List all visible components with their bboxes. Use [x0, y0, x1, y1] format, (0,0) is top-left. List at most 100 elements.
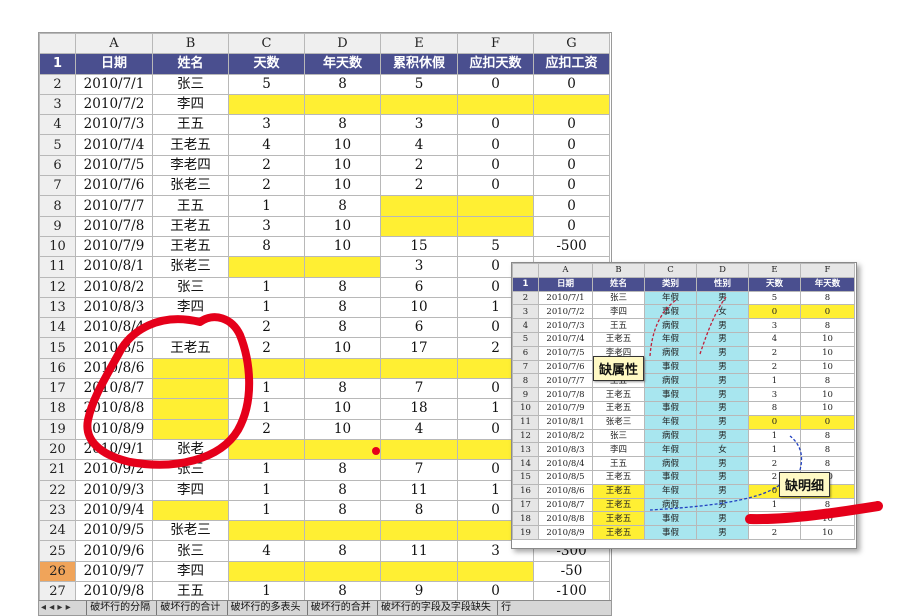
cell[interactable] [533, 93, 610, 116]
cell[interactable] [228, 438, 305, 461]
row-number[interactable]: 27 [39, 581, 76, 603]
cell[interactable]: 2010/7/7 [538, 373, 593, 389]
cell[interactable] [380, 357, 458, 380]
row-number[interactable]: 15 [39, 337, 76, 359]
cell[interactable]: 3 [380, 256, 458, 278]
cell[interactable] [228, 560, 305, 583]
cell[interactable]: 张三 [152, 459, 229, 481]
cell[interactable]: 2010/8/4 [538, 456, 593, 471]
cell[interactable]: 王老五 [152, 337, 229, 359]
column-header-c[interactable]: C [228, 33, 305, 55]
cell[interactable]: 5 [748, 290, 801, 306]
cell[interactable]: 2 [748, 456, 801, 471]
sheet-tab[interactable]: 破坏行的分隔 [86, 601, 153, 615]
cell[interactable]: 8 [304, 296, 381, 319]
cell[interactable] [380, 195, 458, 217]
cell[interactable]: 8 [748, 400, 801, 416]
cell[interactable]: 女 [696, 304, 749, 320]
cell[interactable]: 2010/8/5 [75, 337, 153, 359]
cell[interactable]: 3 [228, 215, 305, 237]
cell[interactable]: 1 [748, 428, 801, 444]
cell[interactable]: 2010/9/2 [75, 459, 153, 481]
cell[interactable]: 年假 [644, 483, 697, 499]
cell[interactable]: 2 [380, 175, 458, 197]
cell[interactable]: 10 [800, 525, 855, 540]
row-number[interactable]: 12 [39, 276, 76, 298]
cell[interactable]: 2010/7/5 [75, 154, 153, 177]
row-number[interactable]: 10 [512, 400, 539, 416]
cell[interactable]: 0 [800, 304, 855, 320]
cell[interactable]: 2010/9/1 [75, 438, 153, 461]
row-number[interactable]: 1 [39, 53, 76, 75]
field-header-cell[interactable]: 类别 [644, 276, 697, 292]
cell[interactable]: 10 [800, 345, 855, 361]
cell[interactable] [380, 215, 458, 237]
column-header-d[interactable]: D [304, 33, 381, 55]
cell[interactable]: 2 [380, 154, 458, 177]
cell[interactable]: 2010/7/8 [538, 387, 593, 402]
cell[interactable]: 8 [800, 318, 855, 333]
cell[interactable] [228, 357, 305, 380]
row-number[interactable]: 4 [512, 318, 539, 333]
cell[interactable]: 0 [457, 154, 534, 177]
cell[interactable]: 10 [304, 175, 381, 197]
cell[interactable]: 8 [304, 317, 381, 339]
cell[interactable]: 0 [748, 304, 801, 320]
field-header-cell[interactable]: 天数 [748, 276, 801, 292]
cell[interactable] [228, 93, 305, 116]
row-number[interactable]: 23 [39, 499, 76, 522]
cell[interactable]: 11 [380, 479, 458, 501]
cell[interactable]: 病假 [644, 345, 697, 361]
cell[interactable]: 李四 [152, 296, 229, 319]
cell[interactable]: 男 [696, 525, 749, 540]
cell[interactable]: 男 [696, 497, 749, 513]
cell[interactable]: 2010/8/2 [75, 276, 153, 298]
cell[interactable] [304, 560, 381, 583]
cell[interactable]: 2 [228, 317, 305, 339]
cell[interactable]: 王五 [152, 581, 229, 603]
cell[interactable] [457, 215, 534, 237]
cell[interactable]: 男 [696, 318, 749, 333]
column-header-b[interactable]: B [152, 33, 229, 55]
cell[interactable]: 1 [228, 378, 305, 400]
cell[interactable]: 事假 [644, 525, 697, 540]
cell[interactable]: 男 [696, 400, 749, 416]
cell[interactable]: 8 [380, 499, 458, 522]
cell[interactable]: 10 [304, 418, 381, 440]
cell[interactable]: 0 [457, 581, 534, 603]
row-number[interactable]: 19 [512, 525, 539, 540]
cell[interactable]: 10 [800, 359, 855, 375]
row-number[interactable]: 14 [39, 317, 76, 339]
cell[interactable]: 6 [380, 317, 458, 339]
cell[interactable]: 2010/9/5 [75, 520, 153, 542]
cell[interactable]: 0 [533, 154, 610, 177]
cell[interactable]: 0 [457, 73, 534, 95]
cell[interactable] [228, 256, 305, 278]
cell[interactable]: 2010/7/1 [75, 73, 153, 95]
column-header-d[interactable]: D [696, 263, 749, 278]
cell[interactable]: 张三 [592, 290, 645, 306]
cell[interactable]: 2010/7/9 [75, 235, 153, 258]
row-number[interactable]: 8 [39, 195, 76, 217]
cell[interactable]: 2010/7/4 [75, 134, 153, 156]
cell[interactable]: 事假 [644, 469, 697, 485]
cell[interactable]: 0 [533, 73, 610, 95]
cell[interactable] [152, 357, 229, 380]
row-number[interactable]: 20 [39, 438, 76, 461]
cell[interactable]: 3 [228, 114, 305, 136]
cell[interactable]: 王老五 [592, 511, 645, 527]
cell[interactable]: 男 [696, 331, 749, 347]
cell[interactable]: 8 [800, 290, 855, 306]
cell[interactable]: 8 [304, 581, 381, 603]
row-number[interactable]: 22 [39, 479, 76, 501]
cell[interactable]: 5 [380, 73, 458, 95]
cell[interactable] [380, 560, 458, 583]
cell[interactable]: 0 [800, 414, 855, 430]
cell[interactable]: 男 [696, 290, 749, 306]
cell[interactable]: 4 [380, 134, 458, 156]
cell[interactable]: 8 [800, 497, 855, 513]
cell[interactable]: 2 [748, 525, 801, 540]
cell[interactable]: 事假 [644, 359, 697, 375]
cell[interactable]: 5 [457, 235, 534, 258]
row-number[interactable]: 10 [39, 235, 76, 258]
